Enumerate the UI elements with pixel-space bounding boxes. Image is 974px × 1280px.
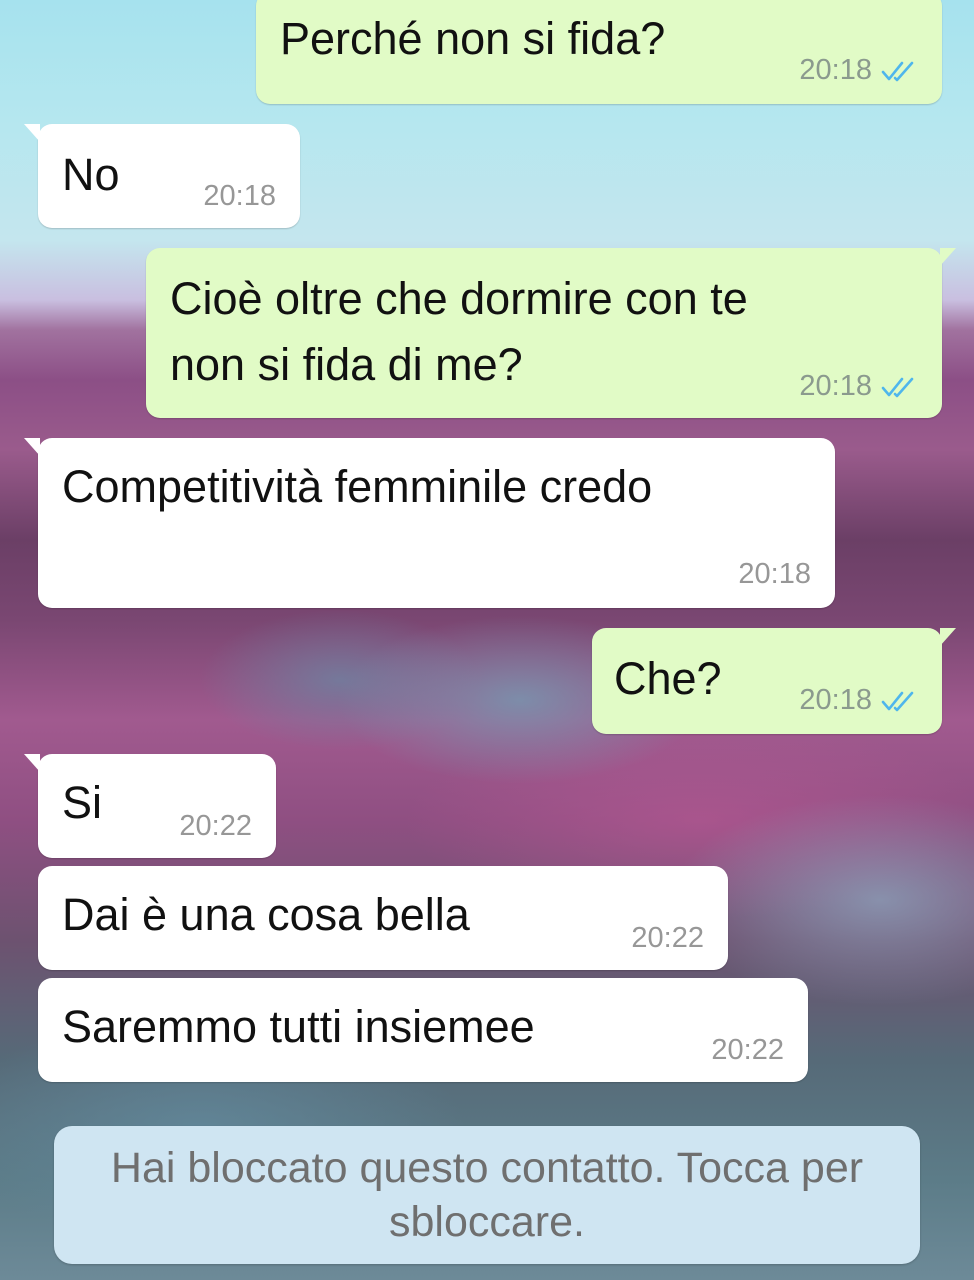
blocked-contact-banner[interactable]: Hai bloccato questo contatto. Tocca per … [54,1126,920,1264]
message-time: 20:18 [738,558,811,590]
message-text-line-2: non si fida di me? [170,339,523,390]
message-time: 20:18 [203,180,276,212]
message-incoming[interactable]: Competitività femminile credo 20:18 [24,438,835,608]
message-text: Perché non si fida? [280,13,666,64]
message-outgoing[interactable]: Che? 20:18 [592,628,956,734]
double-check-icon [881,377,914,397]
message-outgoing[interactable]: Cioè oltre che dormire con te non si fid… [146,248,956,418]
message-text: Si [62,777,103,828]
message-incoming[interactable]: No 20:18 [24,124,300,228]
message-time: 20:18 [799,54,872,86]
message-time: 20:22 [711,1034,784,1066]
message-time: 20:18 [799,370,872,402]
message-incoming[interactable]: Si 20:22 [24,754,276,858]
message-time: 20:22 [179,810,252,842]
message-outgoing[interactable]: Perché non si fida? 20:18 [256,0,942,104]
message-time: 20:18 [799,684,872,716]
message-incoming[interactable]: Saremmo tutti insiemee 20:22 [38,978,808,1082]
message-text: Competitività femminile credo [62,461,653,512]
message-meta: 20:18 [799,370,920,403]
double-check-icon [881,61,914,81]
blocked-contact-text: Hai bloccato questo contatto. Tocca per … [110,1144,864,1246]
message-text: Che? [614,653,722,704]
message-incoming[interactable]: Dai è una cosa bella 20:22 [38,866,728,970]
message-meta: 20:18 [799,54,920,87]
message-text-line-1: Cioè oltre che dormire con te [170,273,748,324]
message-text: Saremmo tutti insiemee [62,1001,535,1052]
message-time: 20:22 [631,922,704,954]
message-meta: 20:18 [799,684,920,717]
double-check-icon [881,691,914,711]
message-text: No [62,149,120,200]
message-text: Dai è una cosa bella [62,889,470,940]
